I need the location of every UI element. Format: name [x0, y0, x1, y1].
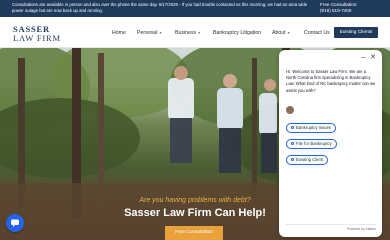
chat-footer: Powered by Intaker — [286, 224, 376, 232]
nav-label: About — [272, 30, 286, 36]
chat-option-existing-client[interactable]: Existing Client — [286, 155, 329, 165]
nav-label: Home — [112, 30, 126, 36]
agent-avatar — [286, 106, 294, 114]
nav-label: Bankruptcy Litigation — [213, 30, 262, 36]
chat-option-bankruptcy-issues[interactable]: Bankruptcy Issues — [286, 123, 337, 133]
site-logo[interactable]: SASSER LAW FIRM — [13, 25, 73, 43]
site-header: SASSER LAW FIRM Home Personal ▾ Business ▾… — [0, 17, 390, 48]
nav-item-home[interactable]: Home — [112, 29, 126, 37]
option-label: Existing Client — [296, 157, 324, 162]
announcement-message: Consultations are available in person an… — [12, 2, 308, 13]
minimize-icon[interactable]: – — [361, 54, 365, 62]
radio-icon — [291, 158, 294, 162]
nav-label: Personal — [137, 30, 158, 36]
chat-launcher-button[interactable] — [6, 214, 24, 232]
nav-label: Business — [175, 30, 197, 36]
chat-option-file-for-bankruptcy[interactable]: File for Bankruptcy — [286, 139, 337, 149]
chat-widget: – ✕ Hi. Welcome to Sasser Law Firm. We a… — [279, 50, 382, 237]
consultation-contact: Free Consultation: (919) 519-7400 — [320, 2, 380, 14]
nav-label: Contact Us — [304, 30, 330, 36]
option-label: File for Bankruptcy — [296, 141, 332, 146]
chat-greeting: Hi. Welcome to Sasser Law Firm. We are a… — [286, 69, 376, 93]
phone-link[interactable]: (919) 519-7400 — [320, 8, 380, 14]
logo-line-2: LAW FIRM — [13, 33, 61, 43]
radio-icon — [291, 142, 294, 146]
nav-item-contact[interactable]: Contact Us — [304, 29, 330, 37]
free-consultation-button[interactable]: Free Consultation — [165, 226, 223, 240]
chat-bubble-icon — [11, 219, 19, 227]
close-icon[interactable]: ✕ — [370, 54, 376, 62]
nav-item-personal[interactable]: Personal ▾ — [137, 29, 162, 37]
option-label: Bankruptcy Issues — [296, 125, 332, 130]
nav-item-about[interactable]: About ▾ — [272, 29, 290, 37]
existing-clients-button[interactable]: Existing Clients — [334, 27, 378, 38]
chevron-down-icon: ▾ — [287, 30, 290, 35]
nav-item-business[interactable]: Business ▾ — [175, 29, 200, 37]
chevron-down-icon: ▾ — [198, 30, 201, 35]
announcement-bar: Consultations are available in person an… — [0, 0, 390, 17]
radio-icon — [291, 126, 294, 130]
powered-by-text: Powered by Intaker — [346, 227, 376, 231]
nav-item-bankruptcy-litigation[interactable]: Bankruptcy Litigation — [213, 29, 261, 37]
chevron-down-icon: ▾ — [159, 30, 162, 35]
